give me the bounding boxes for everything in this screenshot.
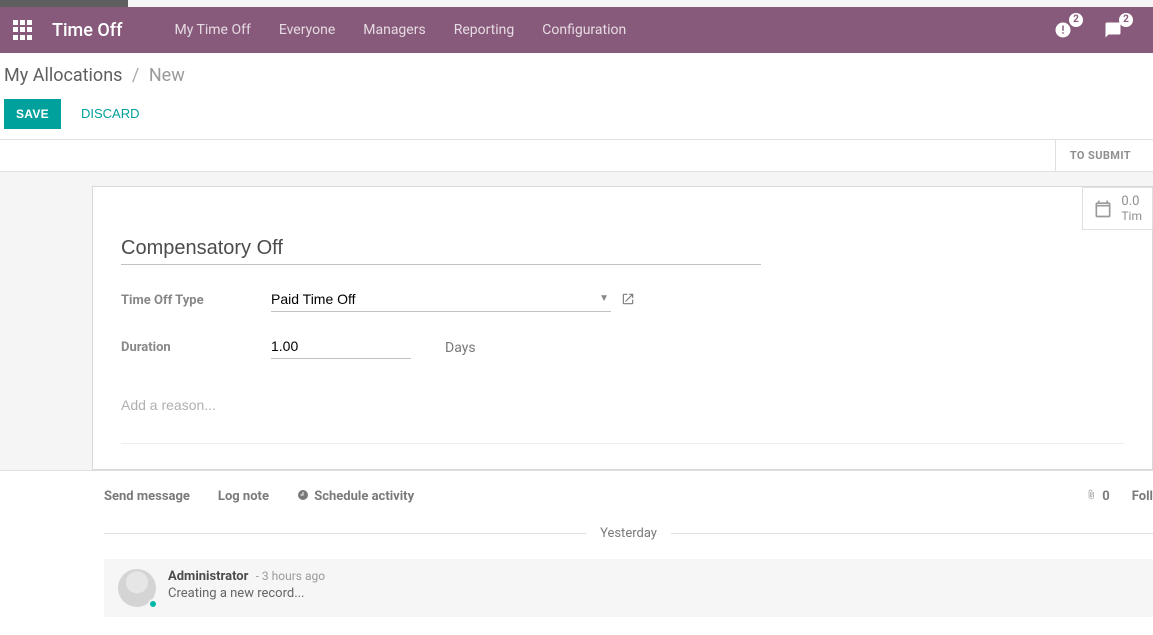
message-author: Administrator (168, 569, 248, 584)
message: Administrator - 3 hours ago Creating a n… (104, 559, 1153, 617)
nav-managers[interactable]: Managers (349, 7, 439, 53)
label-time-off-type: Time Off Type (121, 293, 271, 308)
allocation-name-input[interactable] (121, 235, 761, 265)
nav-items: My Time Off Everyone Managers Reporting … (160, 7, 640, 53)
activities-badge: 2 (1069, 13, 1083, 27)
breadcrumb-sep: / (132, 65, 139, 86)
duration-unit: Days (445, 340, 476, 356)
stat-label: Tim (1121, 209, 1142, 223)
calendar-icon (1093, 199, 1113, 219)
label-duration: Duration (121, 340, 271, 355)
attachments-button[interactable]: 0 (1085, 489, 1110, 504)
avatar (118, 569, 156, 607)
breadcrumb: My Allocations / New (0, 53, 1153, 90)
browser-tab-strip (0, 0, 1153, 7)
reason-input[interactable] (121, 393, 1124, 417)
message-time: - 3 hours ago (256, 569, 325, 583)
presence-indicator (148, 599, 158, 609)
module-title[interactable]: Time Off (52, 20, 122, 41)
day-separator: Yesterday (104, 526, 1153, 541)
time-off-type-select[interactable] (271, 289, 611, 312)
breadcrumb-parent[interactable]: My Allocations (4, 65, 122, 86)
nav-reporting[interactable]: Reporting (440, 7, 529, 53)
discard-button[interactable]: DISCARD (69, 98, 152, 129)
chatter: Send message Log note Schedule activity … (0, 470, 1153, 617)
external-link-icon[interactable] (621, 292, 635, 310)
schedule-activity-button[interactable]: Schedule activity (297, 489, 414, 504)
stat-time-off[interactable]: 0.0 Tim (1082, 187, 1153, 230)
action-bar: SAVE DISCARD (0, 90, 1153, 139)
message-body: Creating a new record... (168, 586, 325, 601)
form-sheet: 0.0 Tim Time Off Type ▼ Du (92, 186, 1153, 470)
duration-input[interactable] (271, 336, 411, 359)
nav-everyone[interactable]: Everyone (265, 7, 349, 53)
status-bar: TO SUBMIT (0, 140, 1153, 172)
follow-button[interactable]: Foll (1132, 489, 1153, 504)
save-button[interactable]: SAVE (4, 99, 61, 129)
attachments-count: 0 (1102, 489, 1109, 504)
send-message-button[interactable]: Send message (104, 489, 190, 504)
nav-configuration[interactable]: Configuration (528, 7, 640, 53)
schedule-activity-label: Schedule activity (314, 489, 414, 504)
paperclip-icon (1085, 489, 1097, 501)
stat-value: 0.0 (1121, 194, 1142, 209)
messages-icon[interactable]: 2 (1103, 20, 1123, 40)
activities-icon[interactable]: 2 (1053, 20, 1073, 40)
breadcrumb-current: New (149, 65, 185, 86)
day-separator-label: Yesterday (600, 526, 657, 541)
nav-my-time-off[interactable]: My Time Off (160, 7, 264, 53)
divider (121, 443, 1124, 444)
top-navbar: Time Off My Time Off Everyone Managers R… (0, 7, 1153, 53)
clock-icon (297, 489, 309, 501)
messages-badge: 2 (1119, 13, 1133, 27)
log-note-button[interactable]: Log note (218, 489, 269, 504)
apps-icon[interactable] (12, 19, 34, 41)
status-to-submit[interactable]: TO SUBMIT (1055, 140, 1153, 171)
